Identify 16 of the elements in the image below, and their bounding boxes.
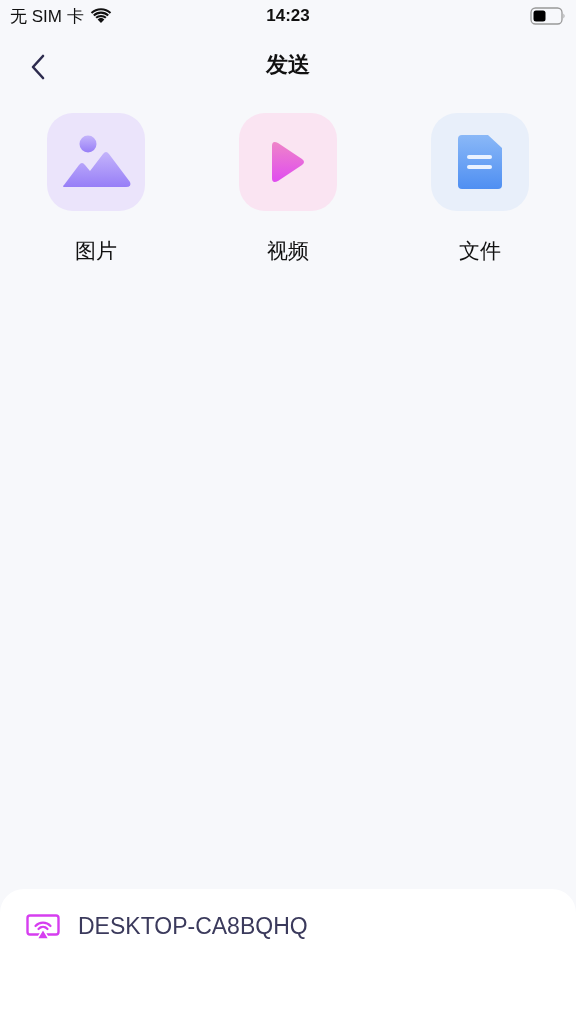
device-item[interactable]: DESKTOP-CA8BQHQ <box>26 913 308 940</box>
page-title: 发送 <box>266 51 310 79</box>
carrier-text: 无 SIM 卡 <box>10 5 84 28</box>
option-label: 图片 <box>75 238 117 264</box>
option-label: 视频 <box>267 238 309 264</box>
clock-text: 14:23 <box>266 6 310 26</box>
file-option-button[interactable] <box>431 113 529 211</box>
mountain-picture-icon <box>60 135 132 189</box>
document-icon <box>458 135 502 189</box>
image-option-button[interactable] <box>47 113 145 211</box>
screen-cast-icon <box>26 913 60 940</box>
video-option-button[interactable] <box>239 113 337 211</box>
option-label: 文件 <box>459 238 501 264</box>
battery-icon <box>530 7 566 25</box>
wifi-icon <box>89 8 112 24</box>
play-icon <box>270 140 306 184</box>
